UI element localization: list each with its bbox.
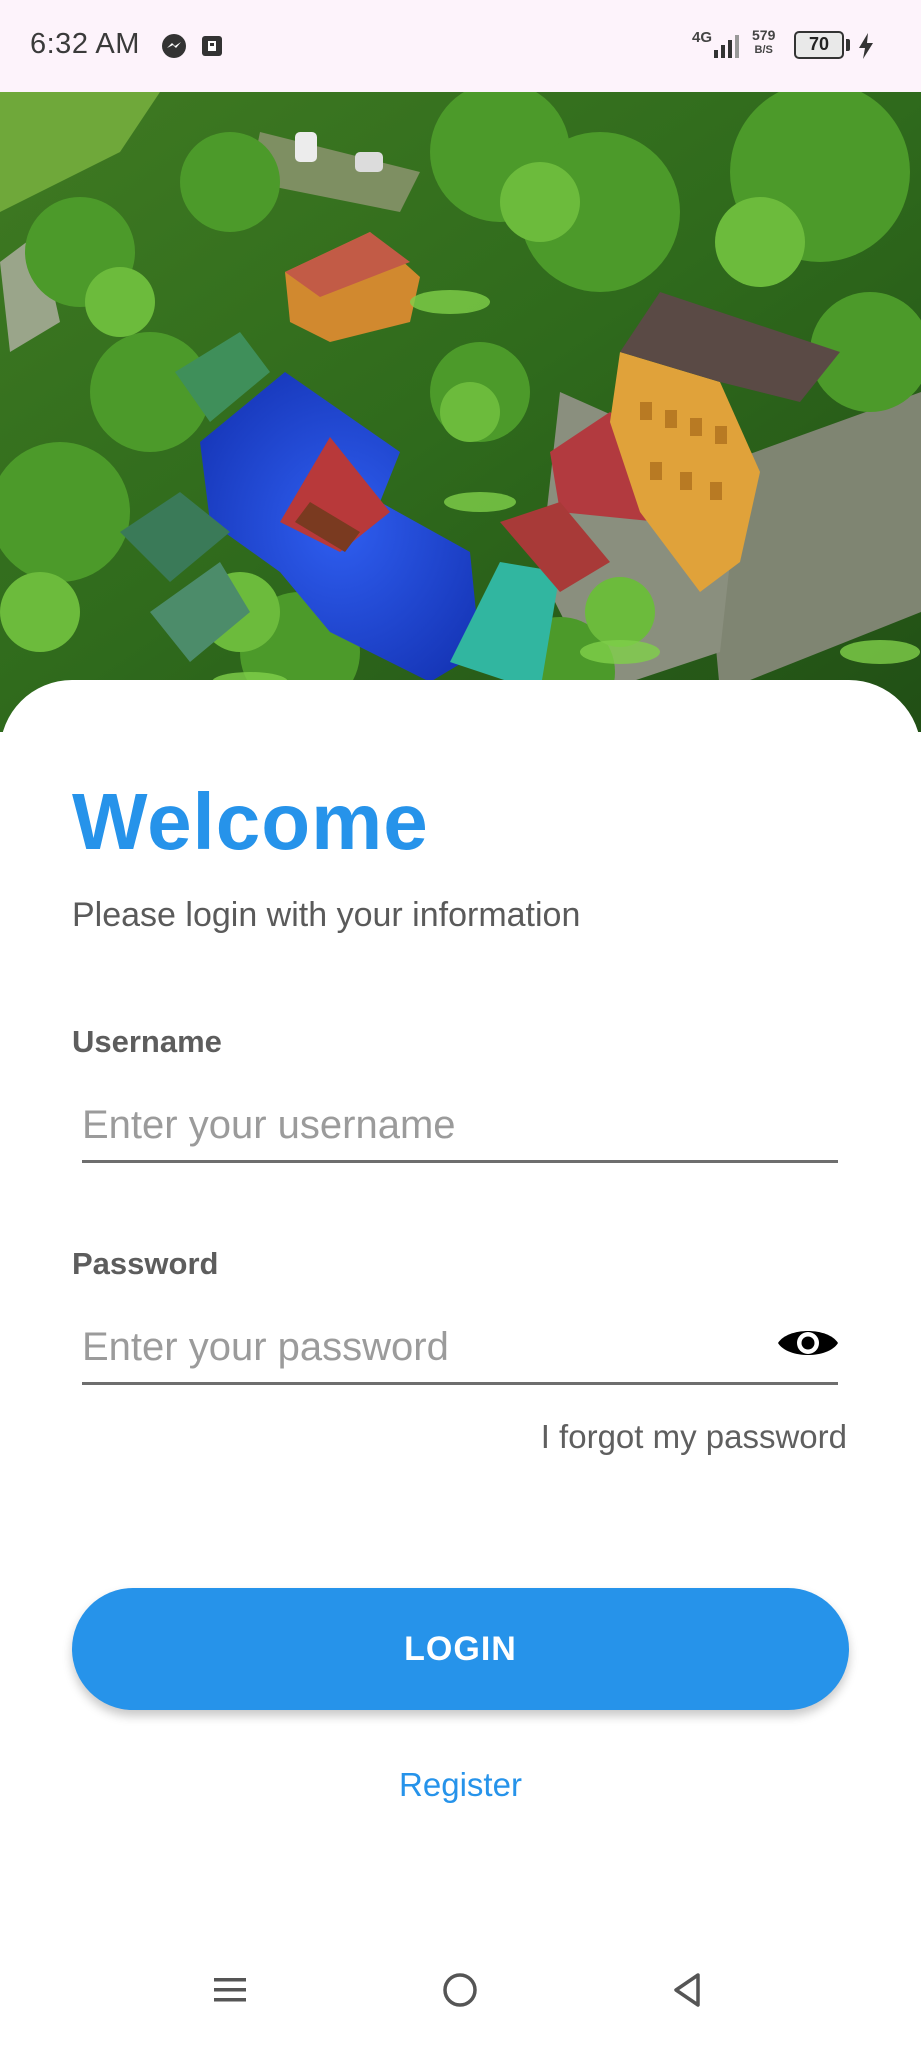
register-link-text[interactable]: Register <box>399 1766 522 1803</box>
page-subtitle: Please login with your information <box>72 896 581 934</box>
home-circle-icon[interactable] <box>440 1970 480 2010</box>
battery-indicator: 70 <box>794 31 844 59</box>
charging-bolt-icon <box>859 33 873 59</box>
password-input[interactable] <box>82 1313 838 1385</box>
network-speed-value: 579 <box>752 27 776 43</box>
forgot-password-link[interactable]: I forgot my password <box>541 1418 847 1456</box>
network-type-label: 4G <box>692 29 713 46</box>
messenger-icon <box>162 34 186 58</box>
powerpoint-icon <box>202 36 222 56</box>
username-input[interactable] <box>82 1091 838 1163</box>
login-card: Welcome Please login with your informati… <box>0 680 921 1948</box>
network-speed-unit: B/S <box>754 44 773 56</box>
login-button[interactable]: LOGIN <box>72 1588 849 1710</box>
login-screen: 6:32 AM 4G 579 B/S 70 Welcome Please log… <box>0 0 921 2048</box>
status-time: 6:32 AM <box>30 28 140 60</box>
back-triangle-icon[interactable] <box>668 1970 708 2010</box>
page-title: Welcome <box>72 777 429 866</box>
register-link: Register <box>0 1766 921 1804</box>
navigation-bar <box>0 1948 921 2048</box>
network-speed: 579 B/S <box>752 28 775 58</box>
hero-image <box>0 92 921 732</box>
username-label: Username <box>72 1024 222 1059</box>
menu-icon[interactable] <box>210 1970 250 2010</box>
signal-icon <box>714 35 739 58</box>
resort-aerial-photo <box>0 92 921 732</box>
show-password-eye-icon[interactable] <box>776 1323 840 1363</box>
password-label: Password <box>72 1246 219 1281</box>
battery-cap <box>846 39 850 51</box>
status-bar: 6:32 AM 4G 579 B/S 70 <box>0 0 921 92</box>
